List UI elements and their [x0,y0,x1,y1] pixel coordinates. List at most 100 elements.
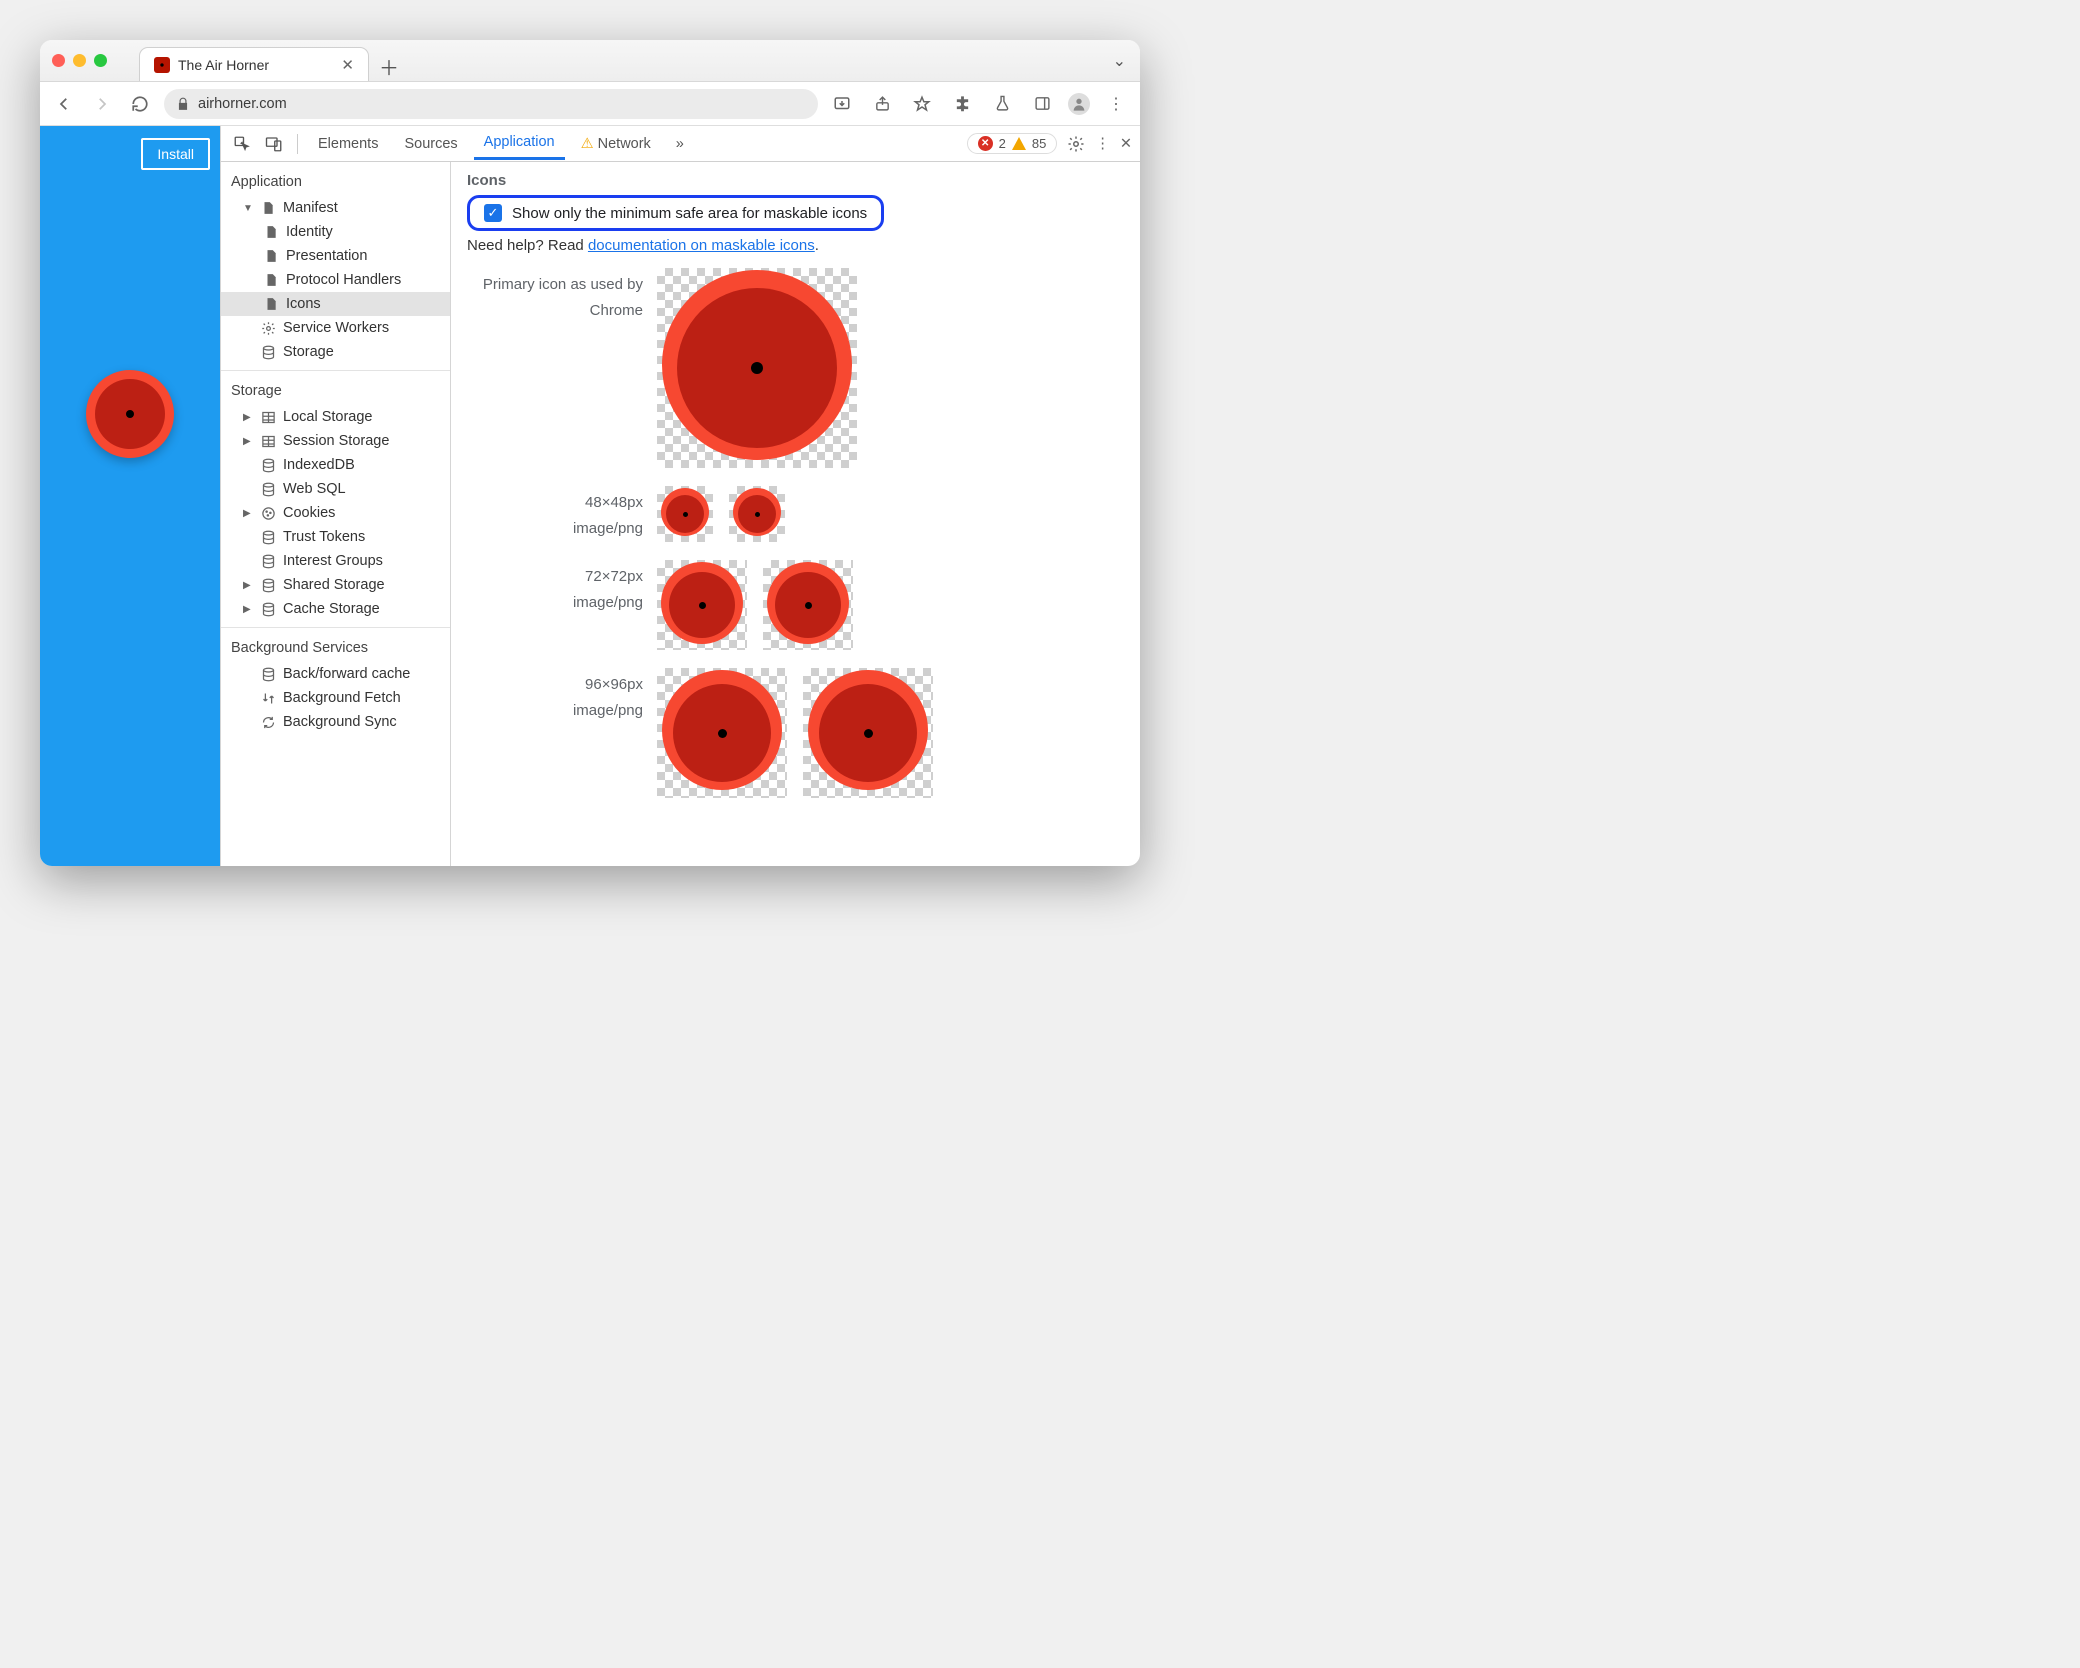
fetch-icon [260,690,276,706]
side-panel-icon[interactable] [1028,90,1056,118]
sidebar-item-storage-app[interactable]: Storage [221,340,450,364]
icon-meta-96: 96×96px image/png [467,668,657,723]
sidebar-item-presentation[interactable]: Presentation [221,244,450,268]
bookmark-star-icon[interactable] [908,90,936,118]
extensions-icon[interactable] [948,90,976,118]
tab-title: The Air Horner [178,57,333,73]
new-tab-button[interactable]: ＋ [379,52,399,81]
icon-preview[interactable] [657,486,713,542]
close-devtools-button[interactable]: ✕ [1120,136,1132,152]
error-count: 2 [999,136,1006,151]
file-icon [263,224,279,240]
table-icon [260,433,276,449]
sidebar-item-shared-storage[interactable]: ▶Shared Storage [221,573,450,597]
main-panel: Icons ✓ Show only the minimum safe area … [451,162,1140,866]
section-title-icons: Icons [467,172,1124,189]
sidebar-item-service-workers[interactable]: Service Workers [221,316,450,340]
browser-tab[interactable]: The Air Horner ✕ [139,47,369,81]
maskable-safe-area-control: ✓ Show only the minimum safe area for ma… [467,195,884,231]
icon-meta-primary: Primary icon as used by Chrome [467,268,657,323]
help-text: Need help? Read documentation on maskabl… [467,237,1124,254]
devtools-body: Application ▼Manifest Identity Presentat… [221,162,1140,866]
checkbox-label: Show only the minimum safe area for mask… [512,205,867,222]
sidebar-item-cookies[interactable]: ▶Cookies [221,501,450,525]
icon-preview[interactable] [657,268,857,468]
tab-application[interactable]: Application [474,127,565,160]
tab-network[interactable]: ⚠︎ Network [571,129,661,159]
icon-row-96: 96×96px image/png [467,668,1124,798]
maximize-window-button[interactable] [94,54,107,67]
inspect-element-icon[interactable] [229,131,255,157]
icon-preview[interactable] [729,486,785,542]
database-icon [260,577,276,593]
install-pwa-icon[interactable] [828,90,856,118]
more-tabs-button[interactable]: » [667,131,693,157]
sidebar-head-background: Background Services [221,634,450,662]
sync-icon [260,714,276,730]
reload-button[interactable] [126,90,154,118]
browser-window: The Air Horner ✕ ＋ ⌄ airhorner.com [40,40,1140,866]
url-text: airhorner.com [198,96,287,112]
webpage-viewport: Install [40,126,220,866]
airhorn-button[interactable] [86,370,174,458]
install-button[interactable]: Install [141,138,210,170]
devtools-menu-button[interactable]: ⋮ [1095,136,1110,152]
address-bar[interactable]: airhorner.com [164,89,818,119]
file-icon [263,272,279,288]
sidebar-item-bg-fetch[interactable]: Background Fetch [221,686,450,710]
tab-strip: The Air Horner ✕ ＋ [139,40,399,81]
profile-avatar[interactable] [1068,93,1090,115]
icon-meta-72: 72×72px image/png [467,560,657,615]
database-icon [260,529,276,545]
close-window-button[interactable] [52,54,65,67]
sidebar-item-websql[interactable]: Web SQL [221,477,450,501]
icon-preview[interactable] [657,668,787,798]
sidebar-item-bg-sync[interactable]: Background Sync [221,710,450,734]
traffic-lights [52,54,107,67]
sidebar-item-cache-storage[interactable]: ▶Cache Storage [221,597,450,621]
share-icon[interactable] [868,90,896,118]
icon-preview[interactable] [657,560,747,650]
icon-row-primary: Primary icon as used by Chrome [467,268,1124,468]
docs-link[interactable]: documentation on maskable icons [588,237,815,254]
sidebar-item-identity[interactable]: Identity [221,220,450,244]
settings-gear-icon[interactable] [1067,135,1085,153]
back-button[interactable] [50,90,78,118]
warning-triangle-icon: ⚠︎ [581,136,594,152]
icon-preview[interactable] [763,560,853,650]
device-mode-icon[interactable] [261,131,287,157]
maskable-checkbox[interactable]: ✓ [484,204,502,222]
icon-preview[interactable] [803,668,933,798]
airhorner-favicon [154,57,170,73]
chrome-menu-button[interactable]: ⋮ [1102,90,1130,118]
sidebar-item-trust-tokens[interactable]: Trust Tokens [221,525,450,549]
forward-button[interactable] [88,90,116,118]
content-area: Install Elements Sources Application ⚠︎ … [40,126,1140,866]
sidebar-item-icons[interactable]: Icons [221,292,450,316]
database-icon [260,344,276,360]
close-tab-button[interactable]: ✕ [341,56,354,74]
sidebar-item-manifest[interactable]: ▼Manifest [221,196,450,220]
sidebar-item-local-storage[interactable]: ▶Local Storage [221,405,450,429]
warning-badge-icon [1012,137,1026,150]
sidebar-item-session-storage[interactable]: ▶Session Storage [221,429,450,453]
file-icon [263,296,279,312]
issue-counts[interactable]: ✕ 2 85 [967,133,1058,154]
icon-row-48: 48×48px image/png [467,486,1124,542]
warning-count: 85 [1032,136,1046,151]
error-badge-icon: ✕ [978,136,993,151]
database-icon [260,457,276,473]
tab-elements[interactable]: Elements [308,129,388,159]
sidebar-item-indexeddb[interactable]: IndexedDB [221,453,450,477]
window-chevron-down-icon[interactable]: ⌄ [1113,51,1126,71]
sidebar-item-interest-groups[interactable]: Interest Groups [221,549,450,573]
file-icon [263,248,279,264]
minimize-window-button[interactable] [73,54,86,67]
database-icon [260,666,276,682]
sidebar-item-protocol-handlers[interactable]: Protocol Handlers [221,268,450,292]
sidebar-item-bf-cache[interactable]: Back/forward cache [221,662,450,686]
database-icon [260,553,276,569]
tab-sources[interactable]: Sources [394,129,467,159]
labs-icon[interactable] [988,90,1016,118]
file-icon [260,200,276,216]
